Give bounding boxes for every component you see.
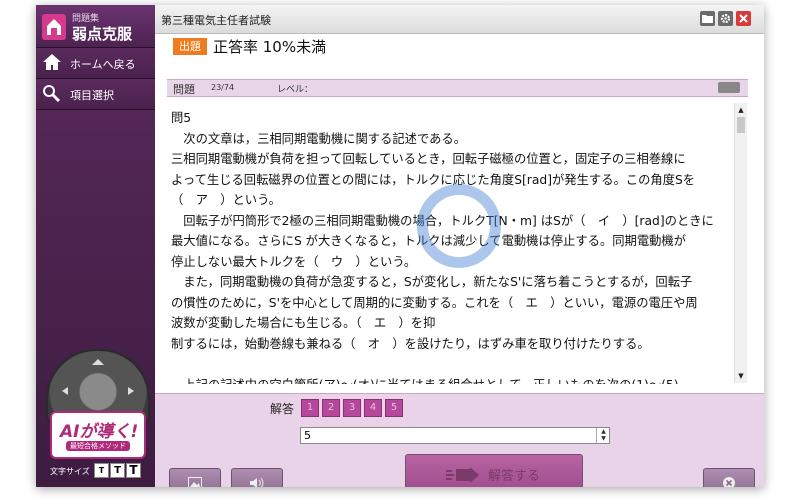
scroll-thumb[interactable] bbox=[737, 117, 745, 133]
font-size-small-button[interactable]: T bbox=[94, 463, 109, 478]
choice-button-3[interactable]: 3 bbox=[343, 399, 361, 417]
audio-button[interactable] bbox=[231, 468, 283, 487]
gear-icon[interactable] bbox=[718, 11, 733, 26]
image-button[interactable] bbox=[169, 468, 221, 487]
font-size-large-button[interactable]: T bbox=[126, 463, 141, 478]
question-tag-badge: 出題 bbox=[173, 38, 207, 55]
window-toggle-icon[interactable] bbox=[718, 82, 740, 93]
question-line: また，同期電動機の負荷が急変すると，Sが変化し，新たなS'に落ち着こうとするが，… bbox=[171, 275, 693, 289]
home-icon bbox=[42, 53, 62, 74]
question-line bbox=[171, 354, 731, 375]
answer-label: 解答 bbox=[270, 402, 295, 416]
question-scrollbar[interactable]: ▲ ▼ bbox=[734, 103, 747, 383]
ai-logo-subtitle: 最短合格メソッド bbox=[66, 441, 130, 451]
submit-answer-button[interactable]: 解答する bbox=[405, 454, 583, 487]
scroll-up-icon[interactable]: ▲ bbox=[737, 105, 745, 115]
question-line: 上記の記述中の空白箇所(ア)～(オ)に当てはまる組合せとして，正しいものを次の(… bbox=[171, 375, 731, 385]
brand-header: 問題集 弱点克服 bbox=[36, 5, 155, 48]
ai-panel: AIが導く! 最短合格メソッド 文字サイズ T T T bbox=[44, 345, 150, 481]
question-label: 問題 bbox=[173, 83, 195, 96]
window-title: 第三種電気主任者試験 bbox=[161, 14, 271, 27]
brand-title: 弱点克服 bbox=[72, 25, 133, 43]
ai-logo-text: AIが導く! bbox=[60, 422, 139, 442]
choice-button-2[interactable]: 2 bbox=[322, 399, 340, 417]
app-logo-icon bbox=[42, 14, 66, 40]
main-area: 第三種電気主任者試験 出題 正答率 10%未満 問題 23/74 レベル： 問5… bbox=[155, 5, 764, 487]
level-label: レベル： bbox=[277, 85, 314, 95]
answer-input[interactable]: 5 bbox=[300, 427, 610, 444]
loading-spinner-icon bbox=[417, 184, 501, 268]
submit-answer-label: 解答する bbox=[488, 469, 541, 484]
answer-panel: 解答 1 2 3 4 5 5 ▲ ▼ 解答する bbox=[155, 393, 764, 487]
font-size-label: 文字サイズ bbox=[50, 467, 90, 476]
question-line: 次の文章は，三相同期電動機に関する記述である。 bbox=[171, 131, 467, 146]
close-icon[interactable] bbox=[736, 11, 751, 26]
question-number: 23/74 bbox=[211, 83, 235, 92]
question-info-bar: 問題 23/74 レベル： bbox=[167, 79, 748, 97]
nav-home-label: ホームへ戻る bbox=[70, 58, 136, 71]
question-line: の慣性のために，S'を中心として周期的に変動する。これを（ エ ）といい，電源の… bbox=[171, 295, 698, 310]
choice-button-1[interactable]: 1 bbox=[301, 399, 319, 417]
nav-item-select-button[interactable]: 項目選択 bbox=[36, 79, 155, 110]
answer-spinner[interactable]: ▲ ▼ bbox=[596, 428, 610, 443]
question-line: 制するには，始動巻線も兼ねる（ オ ）を設けたり，はずみ車を取り付けたりする。 bbox=[171, 336, 650, 351]
app-window: 問題集 弱点克服 ホームへ戻る 項目選択 AIが導く! 最短合格メソッド 文字サ… bbox=[36, 5, 764, 487]
nav-home-button[interactable]: ホームへ戻る bbox=[36, 48, 155, 79]
question-line: 三相同期電動機が負荷を担って回転しているとき，回転子磁極の位置と，固定子の三相巻… bbox=[171, 152, 686, 166]
cancel-button[interactable] bbox=[703, 468, 755, 487]
choice-button-5[interactable]: 5 bbox=[385, 399, 403, 417]
scroll-down-icon[interactable]: ▼ bbox=[737, 371, 745, 381]
nav-item-select-label: 項目選択 bbox=[70, 89, 114, 102]
question-category-title: 正答率 10%未満 bbox=[213, 38, 327, 56]
font-size-medium-button[interactable]: T bbox=[110, 463, 125, 478]
question-line: 問5 bbox=[171, 111, 192, 125]
item-select-icon bbox=[42, 84, 62, 105]
ai-logo: AIが導く! 最短合格メソッド bbox=[50, 411, 146, 459]
window-titlebar: 第三種電気主任者試験 bbox=[155, 5, 764, 34]
folder-icon[interactable] bbox=[700, 11, 715, 26]
choice-button-4[interactable]: 4 bbox=[364, 399, 382, 417]
sidebar: 問題集 弱点克服 ホームへ戻る 項目選択 AIが導く! 最短合格メソッド 文字サ… bbox=[36, 5, 155, 487]
question-line: 波数が変動した場合にも生じる。（ エ ）を抑 bbox=[171, 316, 436, 330]
